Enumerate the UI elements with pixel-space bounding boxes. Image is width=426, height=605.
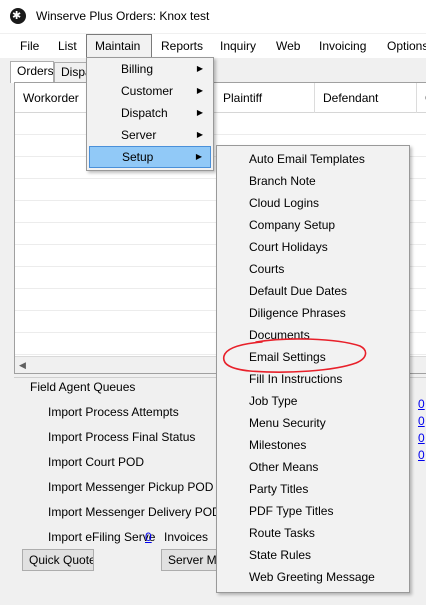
menu-item-job-type[interactable]: Job Type (219, 390, 405, 412)
menu-item-company-setup[interactable]: Company Setup (219, 214, 405, 236)
field-agent-queues-title: Field Agent Queues (28, 380, 138, 394)
menu-item-auto-email-templates[interactable]: Auto Email Templates (219, 148, 405, 170)
menu-web[interactable]: Web (268, 34, 308, 58)
import-messenger-pickup-pod: Import Messenger Pickup POD (48, 480, 214, 494)
menu-bar: File List Maintain Reports Inquiry Web I… (0, 34, 426, 58)
menu-item-label: Dispatch (121, 106, 168, 120)
tab-orders[interactable]: Orders (10, 61, 54, 83)
menu-item-party-titles[interactable]: Party Titles (219, 478, 405, 500)
app-icon (10, 8, 26, 24)
queue-count-link[interactable]: 0 (418, 414, 425, 428)
menu-item-server[interactable]: Server ▶ (89, 124, 211, 146)
quick-quote-button[interactable]: Quick Quote (22, 549, 94, 571)
import-process-attempts: Import Process Attempts (48, 405, 179, 419)
submenu-arrow-icon: ▶ (196, 86, 203, 95)
submenu-arrow-icon: ▶ (196, 64, 203, 73)
menu-reports[interactable]: Reports (153, 34, 211, 58)
menu-item-branch-note[interactable]: Branch Note (219, 170, 405, 192)
menu-item-label: Server (121, 128, 157, 142)
queue-count-link[interactable]: 0 (418, 431, 425, 445)
menu-list[interactable]: List (50, 34, 85, 58)
column-header-defendant[interactable]: Defendant (315, 83, 417, 113)
menu-item-diligence-phrases[interactable]: Diligence Phrases (219, 302, 405, 324)
menu-item-other-means[interactable]: Other Means (219, 456, 405, 478)
menu-item-state-rules[interactable]: State Rules (219, 544, 405, 566)
menu-item-billing[interactable]: Billing ▶ (89, 58, 211, 80)
table-row[interactable] (15, 113, 426, 135)
server-m-button[interactable]: Server M (161, 549, 221, 571)
menu-invoicing[interactable]: Invoicing (311, 34, 374, 58)
window-title: Winserve Plus Orders: Knox test (36, 9, 210, 23)
scroll-left-icon[interactable]: ◀ (19, 360, 26, 371)
menu-item-label: Customer (121, 84, 174, 98)
column-header-plaintiff[interactable]: Plaintiff (215, 83, 315, 113)
queue-count-link[interactable]: 0 (418, 448, 425, 462)
menu-inquiry[interactable]: Inquiry (212, 34, 264, 58)
menu-item-label: Billing (121, 62, 154, 76)
menu-item-court-holidays[interactable]: Court Holidays (219, 236, 405, 258)
menu-item-customer[interactable]: Customer ▶ (89, 80, 211, 102)
submenu-arrow-icon: ▶ (196, 130, 203, 139)
menu-item-label: Setup (122, 150, 154, 164)
queue-count-link[interactable]: 0 (418, 397, 425, 411)
menu-item-web-greeting-message[interactable]: Web Greeting Message (219, 566, 405, 588)
maintain-dropdown: Billing ▶ Customer ▶ Dispatch ▶ Server ▶… (86, 57, 214, 171)
menu-options[interactable]: Options (379, 34, 426, 58)
import-messenger-delivery-pod: Import Messenger Delivery POD (48, 505, 221, 519)
menu-maintain[interactable]: Maintain (86, 34, 152, 58)
menu-item-default-due-dates[interactable]: Default Due Dates (219, 280, 405, 302)
efiling-serve-count-link[interactable]: 0 (145, 530, 152, 544)
menu-item-route-tasks[interactable]: Route Tasks (219, 522, 405, 544)
column-header-c[interactable]: C (417, 83, 426, 113)
grid-header: Workorder Plaintiff Defendant C (15, 83, 426, 113)
menu-item-documents[interactable]: Documents (219, 324, 405, 346)
import-court-pod: Import Court POD (48, 455, 145, 469)
menu-item-milestones[interactable]: Milestones (219, 434, 405, 456)
menu-file[interactable]: File (12, 34, 47, 58)
menu-item-dispatch[interactable]: Dispatch ▶ (89, 102, 211, 124)
submenu-arrow-icon: ▶ (195, 152, 202, 161)
menu-item-email-settings[interactable]: Email Settings (219, 346, 405, 368)
import-process-final-status: Import Process Final Status (48, 430, 196, 444)
menu-item-fill-in-instructions[interactable]: Fill In Instructions (219, 368, 405, 390)
menu-item-cloud-logins[interactable]: Cloud Logins (219, 192, 405, 214)
menu-item-setup[interactable]: Setup ▶ (89, 146, 211, 168)
setup-submenu: Auto Email Templates Branch Note Cloud L… (216, 145, 410, 593)
invoices-label: Invoices (164, 530, 209, 544)
menu-item-menu-security[interactable]: Menu Security (219, 412, 405, 434)
title-bar: Winserve Plus Orders: Knox test (0, 0, 426, 33)
menu-item-pdf-type-titles[interactable]: PDF Type Titles (219, 500, 405, 522)
import-efiling-serve: Import eFiling Serve (48, 530, 156, 544)
menu-item-courts[interactable]: Courts (219, 258, 405, 280)
submenu-arrow-icon: ▶ (196, 108, 203, 117)
